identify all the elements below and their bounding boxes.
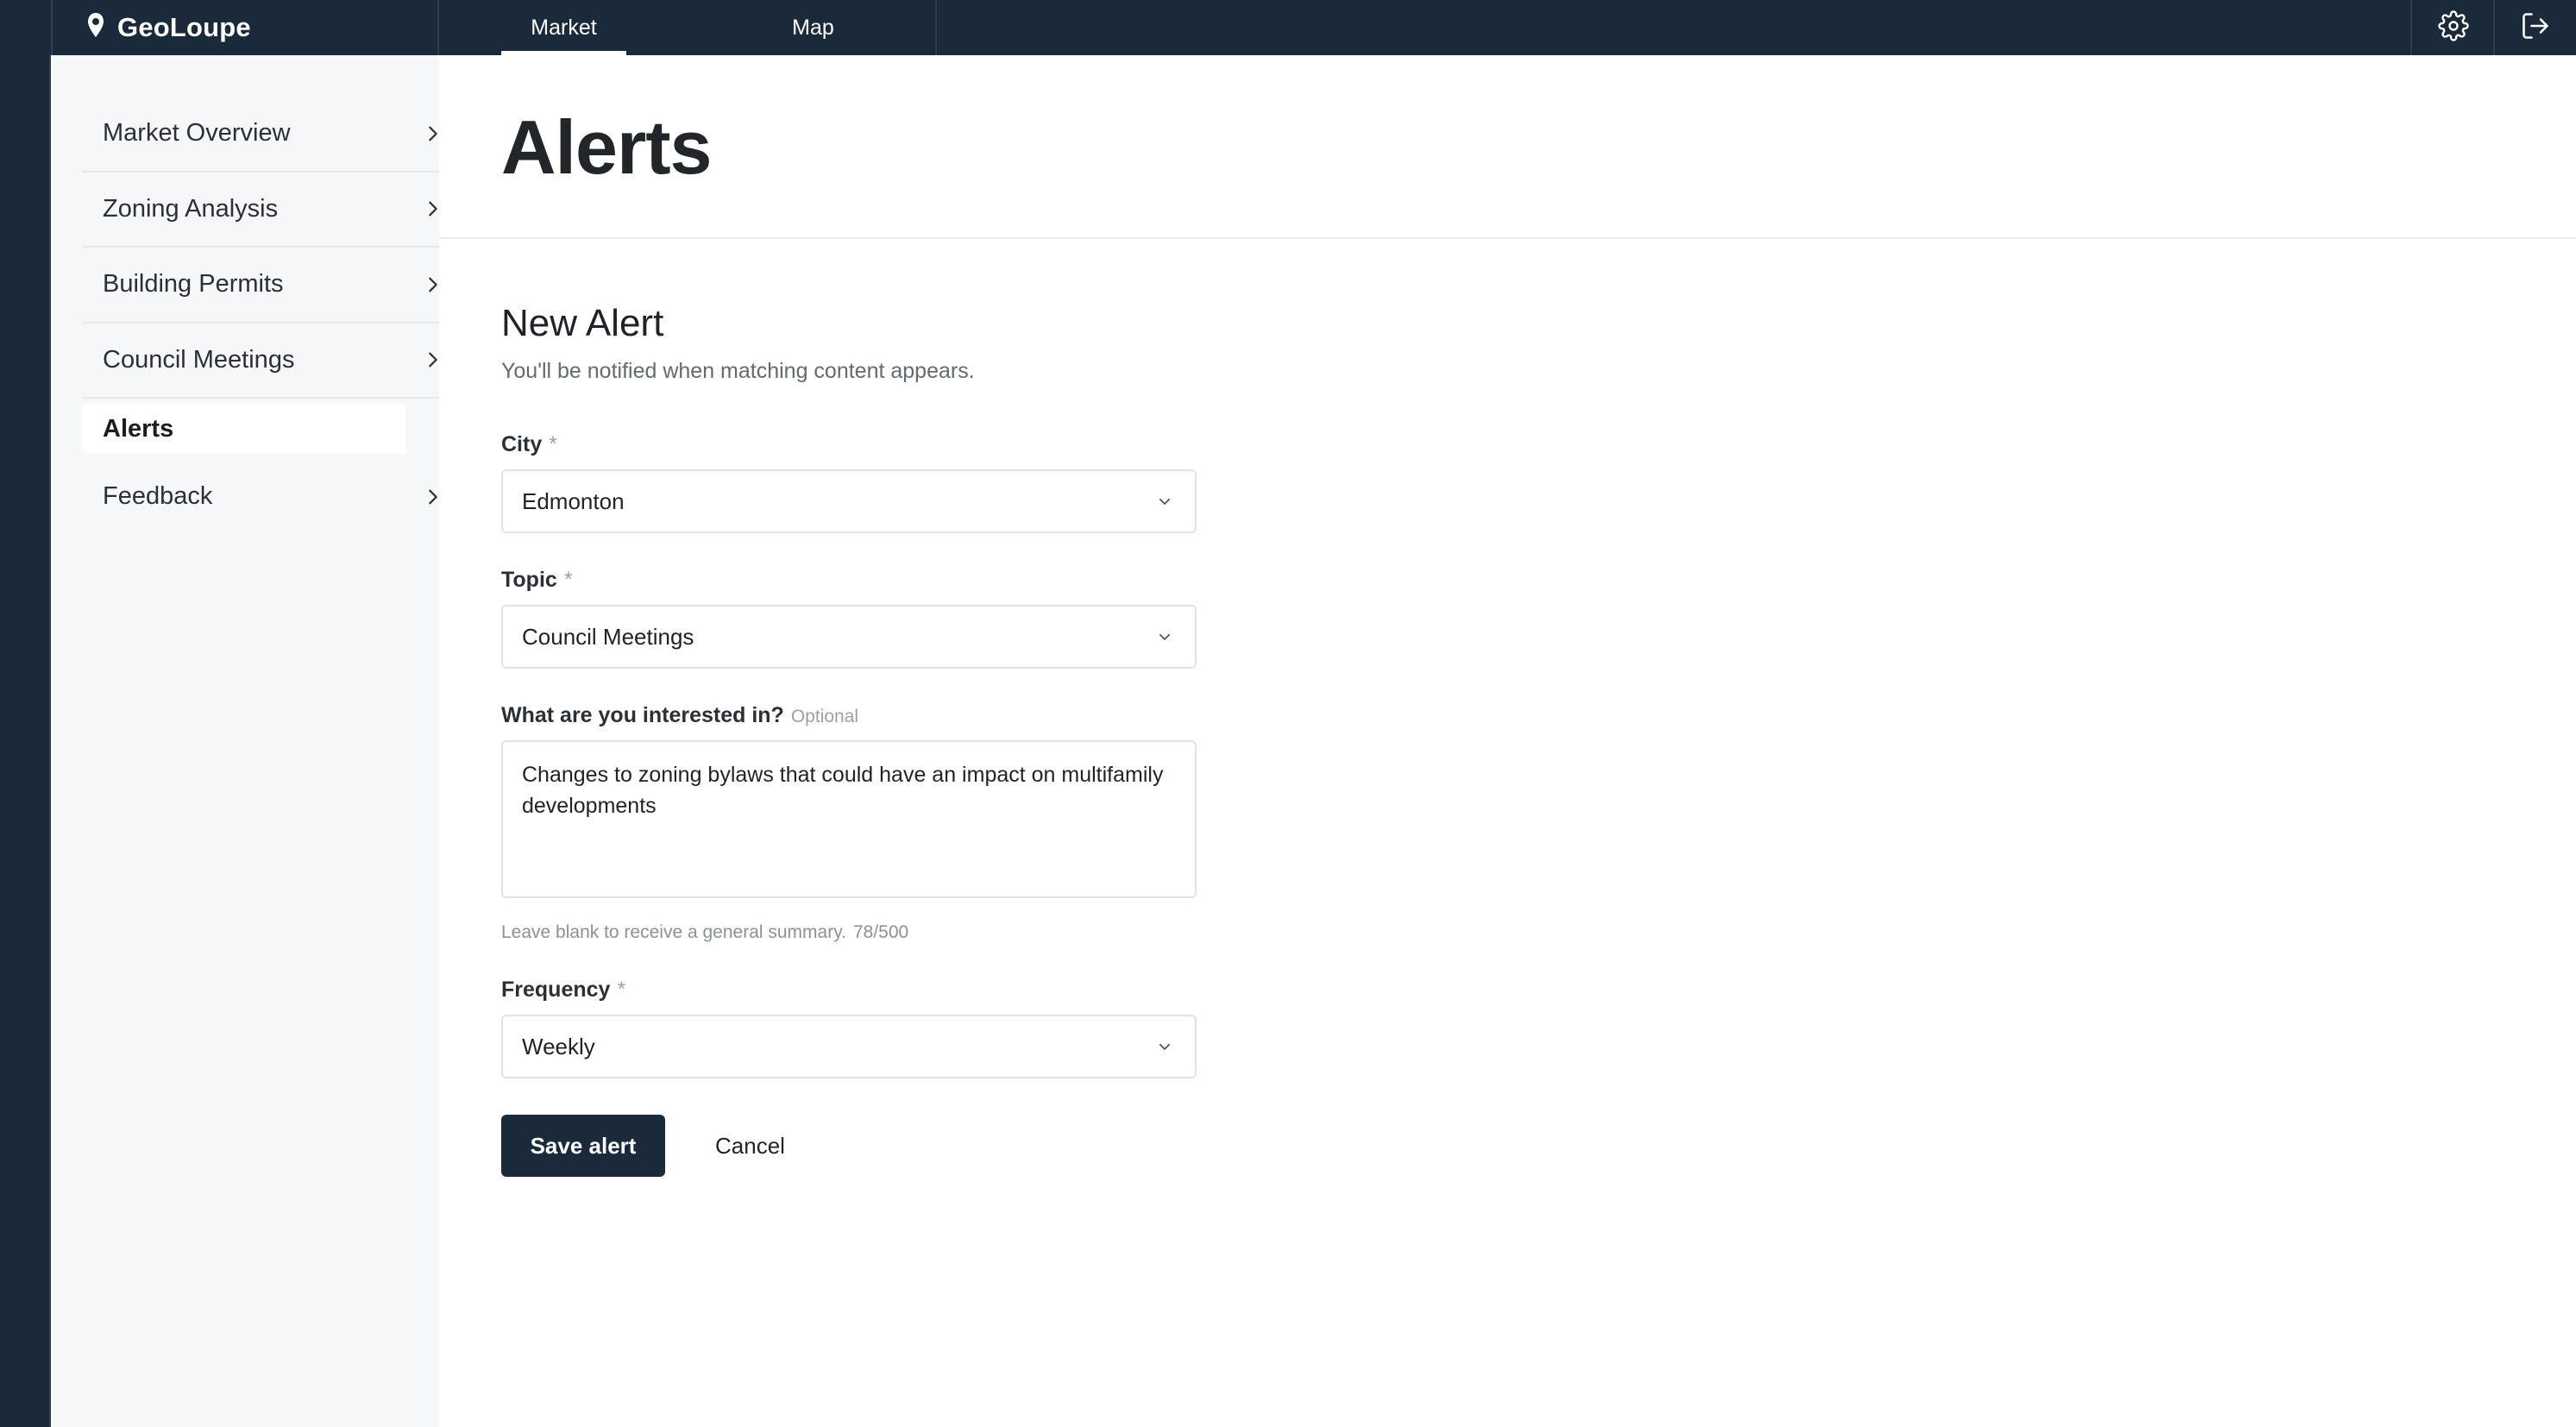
field-label-text: City: [501, 432, 543, 456]
form-title: New Alert: [501, 302, 664, 344]
sidebar-item-building-permits[interactable]: Building Permits: [82, 248, 465, 324]
form-subtitle: You'll be notified when matching content…: [501, 359, 975, 383]
interest-textarea[interactable]: Changes to zoning bylaws that could have…: [501, 740, 1197, 898]
save-alert-button[interactable]: Save alert: [501, 1115, 665, 1177]
field-label-text: Frequency: [501, 978, 611, 1002]
sidebar: Market Overview Zoning Analysis Building…: [51, 55, 465, 1427]
interest-field: What are you interested in? Optional Cha…: [501, 703, 1197, 943]
app-name: GeoLoupe: [117, 12, 251, 42]
top-bar: GeoLoupe Market Map: [0, 0, 2576, 55]
cancel-button[interactable]: Cancel: [715, 1133, 785, 1160]
interest-label: What are you interested in? Optional: [501, 703, 1197, 728]
left-rail: [0, 55, 51, 1427]
topic-field: Topic * Council Meetings: [501, 568, 1197, 669]
new-alert-form: New Alert You'll be notified when matchi…: [501, 302, 1197, 1177]
logout-button[interactable]: [2495, 0, 2576, 55]
tab-map[interactable]: Map: [751, 0, 876, 55]
chevron-down-icon: [1159, 1043, 1171, 1050]
frequency-label: Frequency *: [501, 978, 1197, 1003]
hint-text: Leave blank to receive a general summary…: [501, 922, 846, 942]
sidebar-item-label: Council Meetings: [103, 345, 295, 374]
sidebar-item-council-meetings[interactable]: Council Meetings: [82, 324, 465, 399]
tab-label: Map: [792, 15, 834, 40]
top-nav: Market Map: [501, 0, 876, 55]
sidebar-item-alerts[interactable]: Alerts: [82, 404, 406, 454]
field-label-text: Topic: [501, 568, 557, 592]
sidebar-list: Market Overview Zoning Analysis Building…: [82, 97, 465, 535]
chevron-down-icon: [1159, 498, 1171, 505]
topbar-divider: [437, 0, 439, 55]
sidebar-item-market-overview[interactable]: Market Overview: [82, 97, 465, 173]
required-mark: *: [549, 432, 557, 456]
city-value: Edmonton: [522, 487, 625, 514]
field-label-text: What are you interested in?: [501, 703, 784, 727]
page-title: Alerts: [501, 104, 712, 190]
sidebar-item-label: Market Overview: [103, 119, 291, 148]
settings-button[interactable]: [2412, 0, 2495, 55]
required-mark: *: [563, 568, 573, 592]
form-actions: Save alert Cancel: [501, 1115, 1197, 1177]
gear-icon: [2438, 9, 2469, 46]
sidebar-item-feedback[interactable]: Feedback: [82, 459, 465, 535]
sidebar-item-label: Alerts: [103, 414, 174, 443]
topic-select[interactable]: Council Meetings: [501, 605, 1197, 669]
topbar-divider: [51, 0, 53, 55]
required-mark: *: [617, 978, 626, 1002]
header-divider: [439, 237, 2576, 239]
topic-value: Council Meetings: [522, 623, 694, 650]
tab-label: Market: [531, 15, 597, 40]
pin-icon: [85, 11, 107, 45]
chevron-down-icon: [1159, 633, 1171, 640]
optional-tag: Optional: [790, 707, 859, 726]
sidebar-item-label: Zoning Analysis: [103, 194, 279, 223]
frequency-value: Weekly: [522, 1033, 595, 1059]
interest-hint: Leave blank to receive a general summary…: [501, 922, 1197, 943]
city-field: City * Edmonton: [501, 432, 1197, 533]
sidebar-item-zoning-analysis[interactable]: Zoning Analysis: [82, 173, 465, 248]
frequency-field: Frequency * Weekly: [501, 978, 1197, 1078]
character-counter: 78/500: [852, 922, 909, 942]
tab-market[interactable]: Market: [501, 0, 626, 55]
brand[interactable]: GeoLoupe: [85, 0, 251, 55]
topbar-divider: [935, 0, 937, 55]
sidebar-item-label: Feedback: [103, 482, 213, 511]
city-select[interactable]: Edmonton: [501, 469, 1197, 533]
frequency-select[interactable]: Weekly: [501, 1015, 1197, 1078]
city-label: City *: [501, 432, 1197, 457]
topic-label: Topic *: [501, 568, 1197, 593]
sidebar-item-label: Building Permits: [103, 270, 284, 299]
main-content: Alerts New Alert You'll be notified when…: [439, 55, 2576, 1427]
logout-icon: [2520, 10, 2551, 46]
